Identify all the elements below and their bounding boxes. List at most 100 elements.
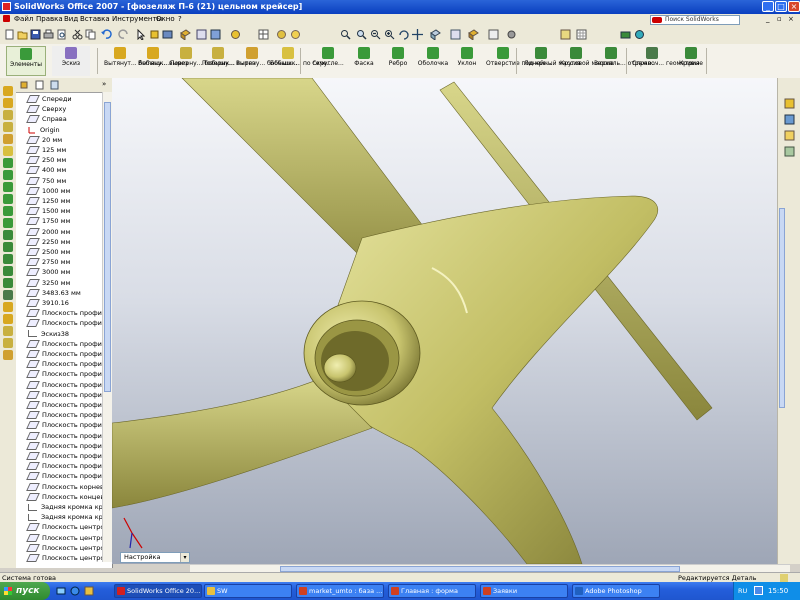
- search-input[interactable]: Поиск SolidWorks: [650, 15, 740, 25]
- standard-views-icon[interactable]: [430, 29, 441, 40]
- graphics-area[interactable]: [112, 78, 777, 564]
- menu-tools[interactable]: Инструменты: [112, 15, 162, 23]
- tree-item[interactable]: Плоскость корнево: [26, 482, 102, 492]
- open-folder-icon[interactable]: [17, 29, 28, 40]
- model-icon[interactable]: [180, 29, 191, 40]
- feature-tool-icon[interactable]: [3, 266, 13, 276]
- tree-item[interactable]: Эскиз38: [28, 329, 69, 339]
- tree-item[interactable]: 3483.63 мм: [26, 288, 81, 298]
- tree-item[interactable]: Плоскость профиля: [26, 318, 102, 328]
- taskbar-button[interactable]: Заявки: [480, 584, 568, 598]
- taskbar-button[interactable]: market_umto : база ...: [296, 584, 384, 598]
- minimize-button[interactable]: _: [762, 1, 774, 12]
- tree-item[interactable]: Плоскость профиля: [26, 471, 102, 481]
- tree-item[interactable]: Плоскость профиля: [26, 400, 102, 410]
- select-arrow-icon[interactable]: [136, 29, 147, 40]
- cmd-button-11[interactable]: Отверстие под кре...: [486, 46, 552, 76]
- language-indicator[interactable]: RU: [738, 587, 747, 595]
- network-icon[interactable]: [754, 586, 763, 595]
- tree-item[interactable]: Плоскость центропл: [26, 533, 102, 543]
- cmd-button-7[interactable]: Фаска: [350, 46, 378, 76]
- cmd-button-4[interactable]: Вытяну... бобышк...: [236, 46, 298, 76]
- cmd-button-3[interactable]: Поверну... вырез: [202, 46, 255, 76]
- gridlines-icon[interactable]: [576, 29, 587, 40]
- new-document-icon[interactable]: [4, 29, 15, 40]
- tree-item[interactable]: Плоскость профиля: [26, 451, 102, 461]
- print-preview-icon[interactable]: [56, 29, 67, 40]
- feature-tool-icon[interactable]: [3, 290, 13, 300]
- photoworks-icon[interactable]: [634, 29, 645, 40]
- menu-view[interactable]: Вид: [64, 15, 78, 23]
- tree-item[interactable]: 2000 мм: [26, 227, 70, 237]
- display-style-icon[interactable]: [210, 29, 221, 40]
- redo-icon[interactable]: [118, 29, 129, 40]
- options-icon[interactable]: [162, 29, 173, 40]
- taskbar-button[interactable]: Adobe Photoshop: [572, 584, 660, 598]
- tree-item[interactable]: Справа: [26, 114, 67, 124]
- save-icon[interactable]: [30, 29, 41, 40]
- tree-item[interactable]: Плоскость профиля: [26, 420, 102, 430]
- taskbar-button[interactable]: SolidWorks Office 20...: [114, 584, 202, 598]
- feature-tool-icon[interactable]: [3, 254, 13, 264]
- tab-features[interactable]: Элементы: [6, 46, 46, 76]
- menu-window[interactable]: Окно: [156, 15, 175, 23]
- quicklaunch-browser-icon[interactable]: [70, 586, 80, 596]
- cmd-button-8[interactable]: Ребро: [384, 46, 412, 76]
- tree-item[interactable]: 2750 мм: [26, 257, 70, 267]
- tree-item[interactable]: Плоскость центропл: [26, 522, 102, 532]
- doc-minimize-button[interactable]: _: [766, 15, 770, 23]
- file-explorer-icon[interactable]: [784, 130, 795, 141]
- menu-app-icon[interactable]: [3, 15, 10, 24]
- feature-tool-icon[interactable]: [3, 122, 13, 132]
- zoom-area-icon[interactable]: [356, 29, 367, 40]
- feature-tool-icon[interactable]: [3, 182, 13, 192]
- scene-icon[interactable]: [290, 29, 301, 40]
- start-button[interactable]: пуск: [0, 582, 50, 600]
- cmd-button-6[interactable]: Скругле...: [310, 46, 346, 76]
- tree-item[interactable]: 1000 мм: [26, 186, 70, 196]
- quicklaunch-desktop-icon[interactable]: [56, 586, 66, 596]
- tree-item[interactable]: 3910.16: [26, 298, 69, 308]
- tree-item[interactable]: Плоскость профиля: [26, 431, 102, 441]
- cmd-button-14[interactable]: Зеркаль... отраже...: [594, 46, 657, 76]
- design-library-icon[interactable]: [784, 114, 795, 125]
- tree-scrollbar-thumb[interactable]: [104, 102, 111, 392]
- tree-item[interactable]: Плоскость профиля: [26, 369, 102, 379]
- feature-tool-icon[interactable]: [3, 218, 13, 228]
- expand-panel-icon[interactable]: »: [102, 80, 106, 88]
- tree-item[interactable]: Сверху: [26, 104, 66, 114]
- feature-tool-icon[interactable]: [3, 278, 13, 288]
- tree-scrollbar[interactable]: [102, 92, 112, 562]
- view-palette-icon[interactable]: [784, 146, 795, 157]
- tree-item[interactable]: Плоскость концево: [26, 492, 102, 502]
- appearance-icon[interactable]: [276, 29, 287, 40]
- tree-item[interactable]: 1500 мм: [26, 206, 70, 216]
- feature-tool-icon[interactable]: [3, 350, 13, 360]
- display-pane-icon[interactable]: [488, 29, 499, 40]
- hide-show-icon[interactable]: [230, 29, 241, 40]
- cmd-button-9[interactable]: Оболочка: [416, 46, 450, 76]
- feature-tool-icon[interactable]: [3, 230, 13, 240]
- feature-tool-icon[interactable]: [3, 326, 13, 336]
- tree-item[interactable]: 1750 мм: [26, 216, 70, 226]
- maximize-button[interactable]: □: [775, 1, 787, 12]
- tree-item[interactable]: Плоскость профиля: [26, 308, 102, 318]
- quicklaunch-app-icon[interactable]: [84, 586, 94, 596]
- configuration-manager-tab-icon[interactable]: [49, 80, 60, 90]
- doc-close-button[interactable]: ×: [788, 15, 794, 23]
- feature-tool-icon[interactable]: [3, 302, 13, 312]
- cmd-button-2[interactable]: Поверну... бобышк...: [170, 46, 235, 76]
- doc-restore-button[interactable]: ▫: [777, 15, 782, 23]
- taskbar-button[interactable]: SW: [204, 584, 292, 598]
- feature-tool-icon[interactable]: [3, 242, 13, 252]
- chevron-down-icon[interactable]: ▾: [180, 553, 189, 562]
- feature-tool-icon[interactable]: [3, 206, 13, 216]
- cmd-button-1[interactable]: Вытяну... вырез: [138, 46, 188, 76]
- tree-item[interactable]: Задняя кромка крыл: [28, 502, 102, 512]
- tree-item[interactable]: Плоскость профиля: [26, 461, 102, 471]
- layout-icon[interactable]: [560, 29, 571, 40]
- zoom-to-fit-icon[interactable]: [340, 29, 351, 40]
- tree-item[interactable]: 2250 мм: [26, 237, 70, 247]
- tree-item[interactable]: 250 мм: [26, 155, 66, 165]
- feature-tool-icon[interactable]: [3, 98, 13, 108]
